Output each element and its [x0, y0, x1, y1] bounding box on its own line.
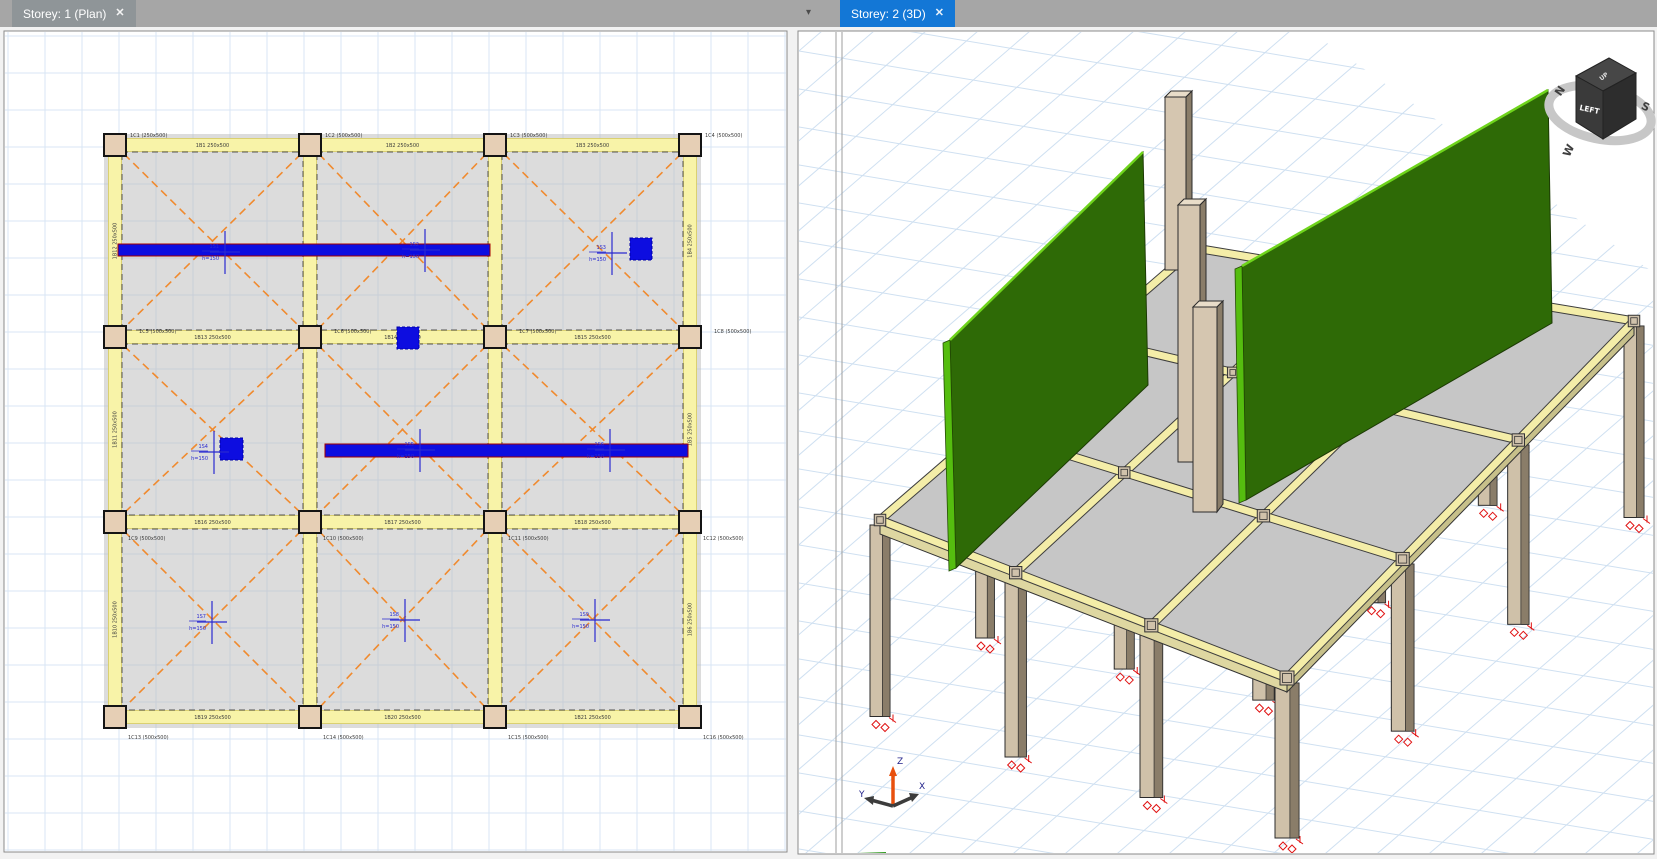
svg-text:1C4 (500x500): 1C4 (500x500) — [705, 133, 742, 139]
svg-text:1B16 250x500: 1B16 250x500 — [194, 520, 231, 526]
3d-viewport[interactable]: NWSLEFTUPZXY — [793, 0, 1657, 859]
svg-text:1S9: 1S9 — [579, 612, 589, 618]
svg-text:1C15 (500x500): 1C15 (500x500) — [508, 735, 549, 741]
svg-text:h=150: h=150 — [382, 624, 399, 630]
svg-text:1C5 (500x500): 1C5 (500x500) — [139, 329, 176, 335]
svg-text:1S8: 1S8 — [389, 612, 399, 618]
tab-label: Storey: 1 (Plan) — [23, 7, 106, 21]
svg-text:h=150: h=150 — [572, 624, 589, 630]
svg-text:1C1 (250x500): 1C1 (250x500) — [130, 133, 167, 139]
svg-text:1S3: 1S3 — [596, 245, 606, 251]
svg-text:1C9 (500x500): 1C9 (500x500) — [128, 536, 165, 542]
svg-text:h=150: h=150 — [589, 257, 606, 263]
svg-text:1C6 (500x500): 1C6 (500x500) — [334, 329, 371, 335]
svg-text:1C3 (500x500): 1C3 (500x500) — [510, 133, 547, 139]
close-icon[interactable]: ✕ — [115, 8, 124, 19]
svg-text:1B3 250x500: 1B3 250x500 — [576, 143, 609, 149]
close-icon[interactable]: ✕ — [935, 8, 944, 19]
svg-text:1C13 (500x500): 1C13 (500x500) — [128, 735, 169, 741]
plan-viewport[interactable]: 1B1 250x500 1B2 250x500 1B3 250x500 1B13 25… — [0, 0, 793, 859]
tab-label: Storey: 2 (3D) — [851, 7, 926, 21]
svg-text:1B10 250x500: 1B10 250x500 — [113, 601, 119, 638]
svg-text:1B15 250x500: 1B15 250x500 — [574, 335, 611, 341]
svg-text:1B21 250x500: 1B21 250x500 — [574, 715, 611, 721]
svg-text:1S7: 1S7 — [196, 614, 206, 620]
svg-text:1B18 250x500: 1B18 250x500 — [574, 520, 611, 526]
tab-storey1-plan[interactable]: Storey: 1 (Plan) ✕ — [12, 0, 136, 27]
svg-text:1C7 (500x500): 1C7 (500x500) — [519, 329, 556, 335]
svg-text:1S2: 1S2 — [409, 242, 419, 248]
svg-text:1B11 250x500: 1B11 250x500 — [113, 411, 119, 448]
svg-text:h=150: h=150 — [202, 256, 219, 262]
svg-text:1S4: 1S4 — [198, 444, 208, 450]
svg-text:1C8 (500x500): 1C8 (500x500) — [714, 329, 751, 335]
svg-text:1B20 250x500: 1B20 250x500 — [384, 715, 421, 721]
axis-z-label: Z — [897, 757, 903, 767]
svg-text:1S1: 1S1 — [209, 244, 219, 250]
svg-text:1B5 250x500: 1B5 250x500 — [688, 413, 694, 446]
svg-text:h=150: h=150 — [397, 454, 414, 460]
svg-text:1B1 250x500: 1B1 250x500 — [196, 143, 229, 149]
axis-x-label: X — [919, 782, 925, 792]
svg-text:1C16 (500x500): 1C16 (500x500) — [703, 735, 744, 741]
svg-text:1C10 (500x500): 1C10 (500x500) — [323, 536, 364, 542]
svg-text:1C11 (500x500): 1C11 (500x500) — [508, 536, 549, 542]
svg-text:h=150: h=150 — [189, 626, 206, 632]
axis-y-label: Y — [858, 790, 865, 800]
svg-text:1C12 (500x500): 1C12 (500x500) — [703, 536, 744, 542]
svg-text:1S6: 1S6 — [594, 442, 604, 448]
svg-text:h=150: h=150 — [402, 254, 419, 260]
svg-text:1B2 250x500: 1B2 250x500 — [386, 143, 419, 149]
svg-text:1B6 250x500: 1B6 250x500 — [688, 603, 694, 636]
svg-text:1C2 (500x500): 1C2 (500x500) — [325, 133, 362, 139]
tab-bar: Storey: 1 (Plan) ✕ ▾ Storey: 2 (3D) ✕ — [0, 0, 1657, 27]
svg-text:1C14 (500x500): 1C14 (500x500) — [323, 735, 364, 741]
svg-text:1B17 250x500: 1B17 250x500 — [384, 520, 421, 526]
tab-storey2-3d[interactable]: Storey: 2 (3D) ✕ — [840, 0, 955, 27]
svg-text:1S5: 1S5 — [404, 442, 414, 448]
svg-text:1B4 250x500: 1B4 250x500 — [688, 224, 694, 257]
svg-text:1B19 250x500: 1B19 250x500 — [194, 715, 231, 721]
svg-text:h=150: h=150 — [587, 454, 604, 460]
svg-text:1B13 250x500: 1B13 250x500 — [194, 335, 231, 341]
svg-text:h=150: h=150 — [191, 456, 208, 462]
tab-overflow-dropdown-icon[interactable]: ▾ — [806, 7, 811, 18]
